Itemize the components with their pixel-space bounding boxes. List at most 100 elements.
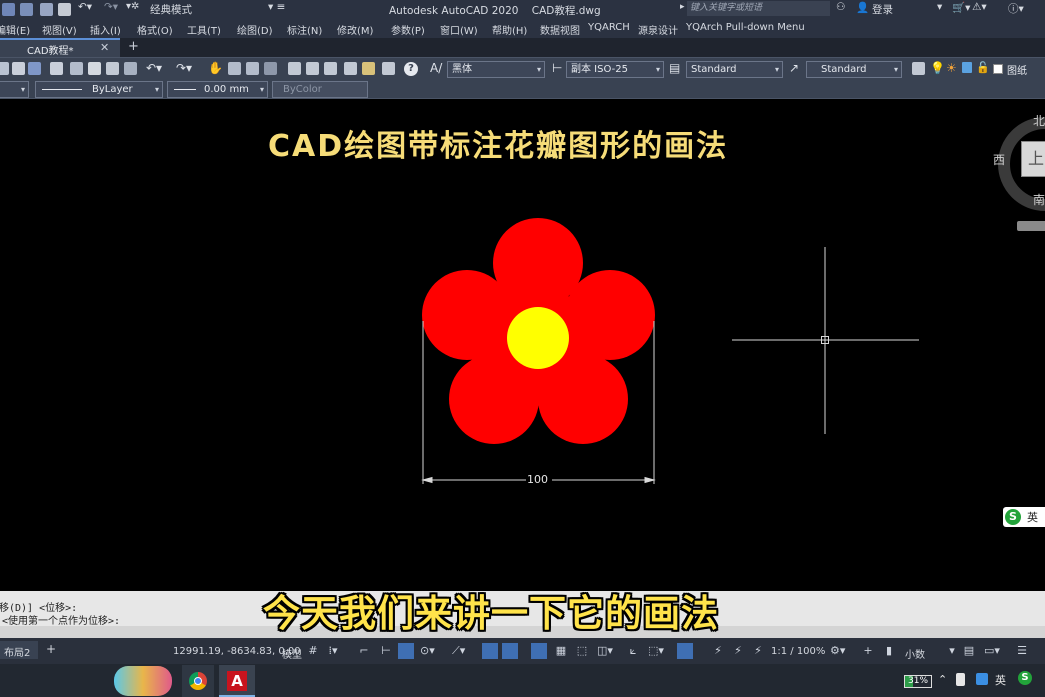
viewcube-face-top[interactable]: 上 xyxy=(1021,141,1045,177)
lineweight-icon[interactable] xyxy=(531,643,547,659)
annotation-visibility-icon[interactable]: ⚡ xyxy=(712,645,724,657)
plot-icon[interactable] xyxy=(50,62,63,75)
match-properties-icon[interactable] xyxy=(124,62,137,75)
color-select[interactable]: ▾ xyxy=(0,81,29,98)
layer-freeze-icon[interactable]: ☀ xyxy=(946,61,957,75)
workspace-gear-icon[interactable]: ⚙▾ xyxy=(830,645,845,657)
menu-dimension[interactable]: 标注(N) xyxy=(287,22,322,37)
copy-icon[interactable] xyxy=(88,62,101,75)
paste-icon[interactable] xyxy=(106,62,119,75)
menu-edit[interactable]: 编辑(E) xyxy=(0,22,30,37)
quick-properties-icon[interactable]: ▤ xyxy=(963,645,975,657)
wcs-menu-button[interactable] xyxy=(1017,221,1045,231)
table-style-select[interactable]: Standard ▾ xyxy=(686,61,783,78)
multileader-style-icon[interactable]: ↗ xyxy=(789,61,799,75)
menu-dataview[interactable]: 数据视图 xyxy=(540,22,580,37)
annotation-scale-value[interactable]: 1:1 / 100% xyxy=(771,646,825,657)
new-icon[interactable] xyxy=(0,62,9,75)
battery-indicator[interactable]: 31% xyxy=(904,675,933,688)
3d-osnap-icon[interactable]: ◫▾ xyxy=(597,645,613,657)
object-snap-tracking-icon[interactable] xyxy=(482,643,498,659)
object-snap-icon[interactable] xyxy=(502,643,518,659)
autocad-taskbar-button[interactable]: A xyxy=(219,665,255,697)
selection-cycling-icon[interactable]: ⬚ xyxy=(576,645,588,657)
add-tab-icon[interactable]: + xyxy=(128,39,139,54)
help-icon[interactable]: ? xyxy=(404,62,418,76)
markup-icon[interactable] xyxy=(362,62,375,75)
table-style-icon[interactable]: ▤ xyxy=(669,61,680,75)
dim-style-select[interactable]: 副本 ISO-25 ▾ xyxy=(566,61,664,78)
annotation-monitor-icon[interactable]: + xyxy=(862,645,874,657)
cut-icon[interactable] xyxy=(70,62,83,75)
cart-icon[interactable]: 🛒▾ xyxy=(952,1,970,14)
annotation-scale-icon[interactable]: ⚡ xyxy=(752,645,764,657)
zoom-previous-icon[interactable] xyxy=(264,62,277,75)
layer-properties-icon[interactable] xyxy=(912,62,925,75)
menu-yqarch-pulldown[interactable]: YQArch Pull-down Menu xyxy=(686,22,805,33)
print-icon[interactable] xyxy=(58,3,71,16)
close-icon[interactable]: ✕ xyxy=(100,41,109,54)
gear-icon[interactable]: ▾✲ xyxy=(126,1,139,12)
units-dropdown-icon[interactable]: ▾ xyxy=(946,645,958,657)
menu-yuanquan[interactable]: 源泉设计 xyxy=(638,22,678,37)
layer-color-swatch[interactable] xyxy=(993,64,1003,74)
search-input[interactable]: 键入关键字或短语 xyxy=(687,1,830,16)
tool-palettes-icon[interactable] xyxy=(324,62,337,75)
pan-icon[interactable]: ✋ xyxy=(208,61,223,75)
menu-yqarch[interactable]: YQARCH xyxy=(588,22,630,33)
menu-tools[interactable]: 工具(T) xyxy=(187,22,221,37)
layer-viewport-icon[interactable] xyxy=(962,62,972,73)
lock-icon[interactable]: 🔓 xyxy=(976,61,990,74)
search-arrow-icon[interactable]: ▸ xyxy=(680,2,685,12)
menu-parameters[interactable]: 参数(P) xyxy=(391,22,425,37)
units-value[interactable]: 小数 xyxy=(905,646,925,661)
workspace-label[interactable]: 经典模式 xyxy=(150,2,192,17)
easter-eggs-icon[interactable] xyxy=(114,666,172,696)
chrome-taskbar-button[interactable] xyxy=(182,665,214,697)
ime-taskbar-label[interactable]: 英 xyxy=(995,672,1006,688)
zoom-window-icon[interactable] xyxy=(246,62,259,75)
isodraft-icon[interactable]: ⟋▾ xyxy=(452,645,465,657)
menu-draw[interactable]: 绘图(D) xyxy=(237,22,273,37)
dynamic-ucs-icon[interactable]: ⟀ xyxy=(627,645,639,657)
autodesk-icon[interactable]: ⚠▾ xyxy=(972,1,987,13)
open-web-icon[interactable] xyxy=(40,3,53,16)
zoom-realtime-icon[interactable] xyxy=(228,62,241,75)
menu-view[interactable]: 视图(V) xyxy=(42,22,77,37)
viewcube-south[interactable]: 南 xyxy=(1033,191,1045,208)
polar-tracking-icon[interactable]: ⊙▾ xyxy=(420,645,435,657)
help-icon[interactable]: ⓘ▾ xyxy=(1008,1,1024,16)
user-icon[interactable]: 👤 xyxy=(856,1,869,14)
workspace-dropdown-icon[interactable]: ▾ ≡ xyxy=(268,1,285,13)
redo-icon[interactable]: ↷▾ xyxy=(104,1,118,13)
add-layout-icon[interactable]: + xyxy=(46,642,56,656)
login-link[interactable]: 登录 xyxy=(872,2,893,17)
redo-icon[interactable]: ↷▾ xyxy=(176,61,192,75)
grid-icon[interactable]: # xyxy=(307,645,319,657)
layer-on-icon[interactable]: 💡 xyxy=(930,61,945,75)
lineweight-select[interactable]: 0.00 mm ▾ xyxy=(167,81,268,98)
sogou-tray-icon[interactable]: S xyxy=(1018,671,1032,685)
saveas-icon[interactable] xyxy=(20,3,33,16)
viewcube-west[interactable]: 西 xyxy=(993,151,1005,168)
current-layer-name[interactable]: 图纸 xyxy=(1007,62,1027,77)
viewcube-north[interactable]: 北 xyxy=(1033,112,1045,129)
dim-style-icon[interactable]: ⊢ xyxy=(552,61,562,75)
design-center-icon[interactable] xyxy=(306,62,319,75)
menu-modify[interactable]: 修改(M) xyxy=(337,22,373,37)
properties-icon[interactable] xyxy=(288,62,301,75)
open-icon[interactable] xyxy=(12,62,25,75)
gizmo-icon[interactable] xyxy=(677,643,693,659)
infer-constraints-icon[interactable]: ⌐ xyxy=(358,645,370,657)
model-space-button[interactable]: 模型 xyxy=(282,646,302,661)
tab-document[interactable]: CAD教程* ✕ xyxy=(0,38,120,57)
customization-icon[interactable]: ☰ xyxy=(1016,645,1028,657)
undo-icon[interactable]: ↶▾ xyxy=(78,1,92,13)
ime-badge[interactable]: S 英 xyxy=(1003,507,1045,527)
transparency-icon[interactable]: ▦ xyxy=(555,645,567,657)
menu-insert[interactable]: 插入(I) xyxy=(90,22,121,37)
tab-layout2[interactable]: 布局2 xyxy=(0,641,38,659)
menu-help[interactable]: 帮助(H) xyxy=(492,22,527,37)
menu-format[interactable]: 格式(O) xyxy=(137,22,173,37)
tray-chevron-icon[interactable]: ⌃ xyxy=(938,673,947,686)
